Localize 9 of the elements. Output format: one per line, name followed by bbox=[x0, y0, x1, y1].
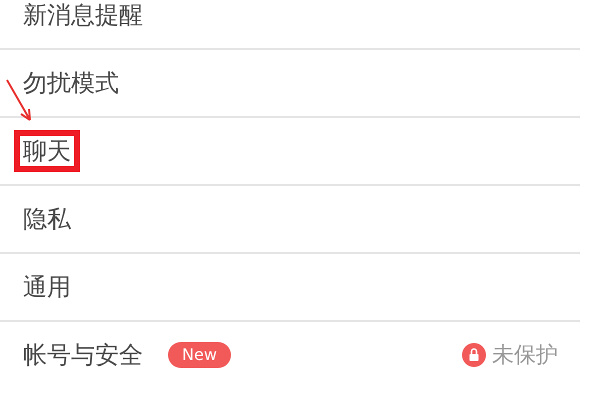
lock-icon bbox=[462, 343, 486, 367]
setting-label[interactable]: 隐私 bbox=[14, 198, 80, 240]
status-text: 未保护 bbox=[492, 342, 558, 370]
setting-label[interactable]: 勿扰模式 bbox=[14, 62, 128, 104]
new-badge: New bbox=[168, 342, 231, 368]
setting-label[interactable]: 帐号与安全 bbox=[14, 334, 152, 376]
setting-label[interactable]: 聊天 bbox=[14, 130, 80, 172]
setting-label[interactable]: 通用 bbox=[14, 266, 80, 308]
setting-label[interactable]: 新消息提醒 bbox=[14, 0, 152, 36]
